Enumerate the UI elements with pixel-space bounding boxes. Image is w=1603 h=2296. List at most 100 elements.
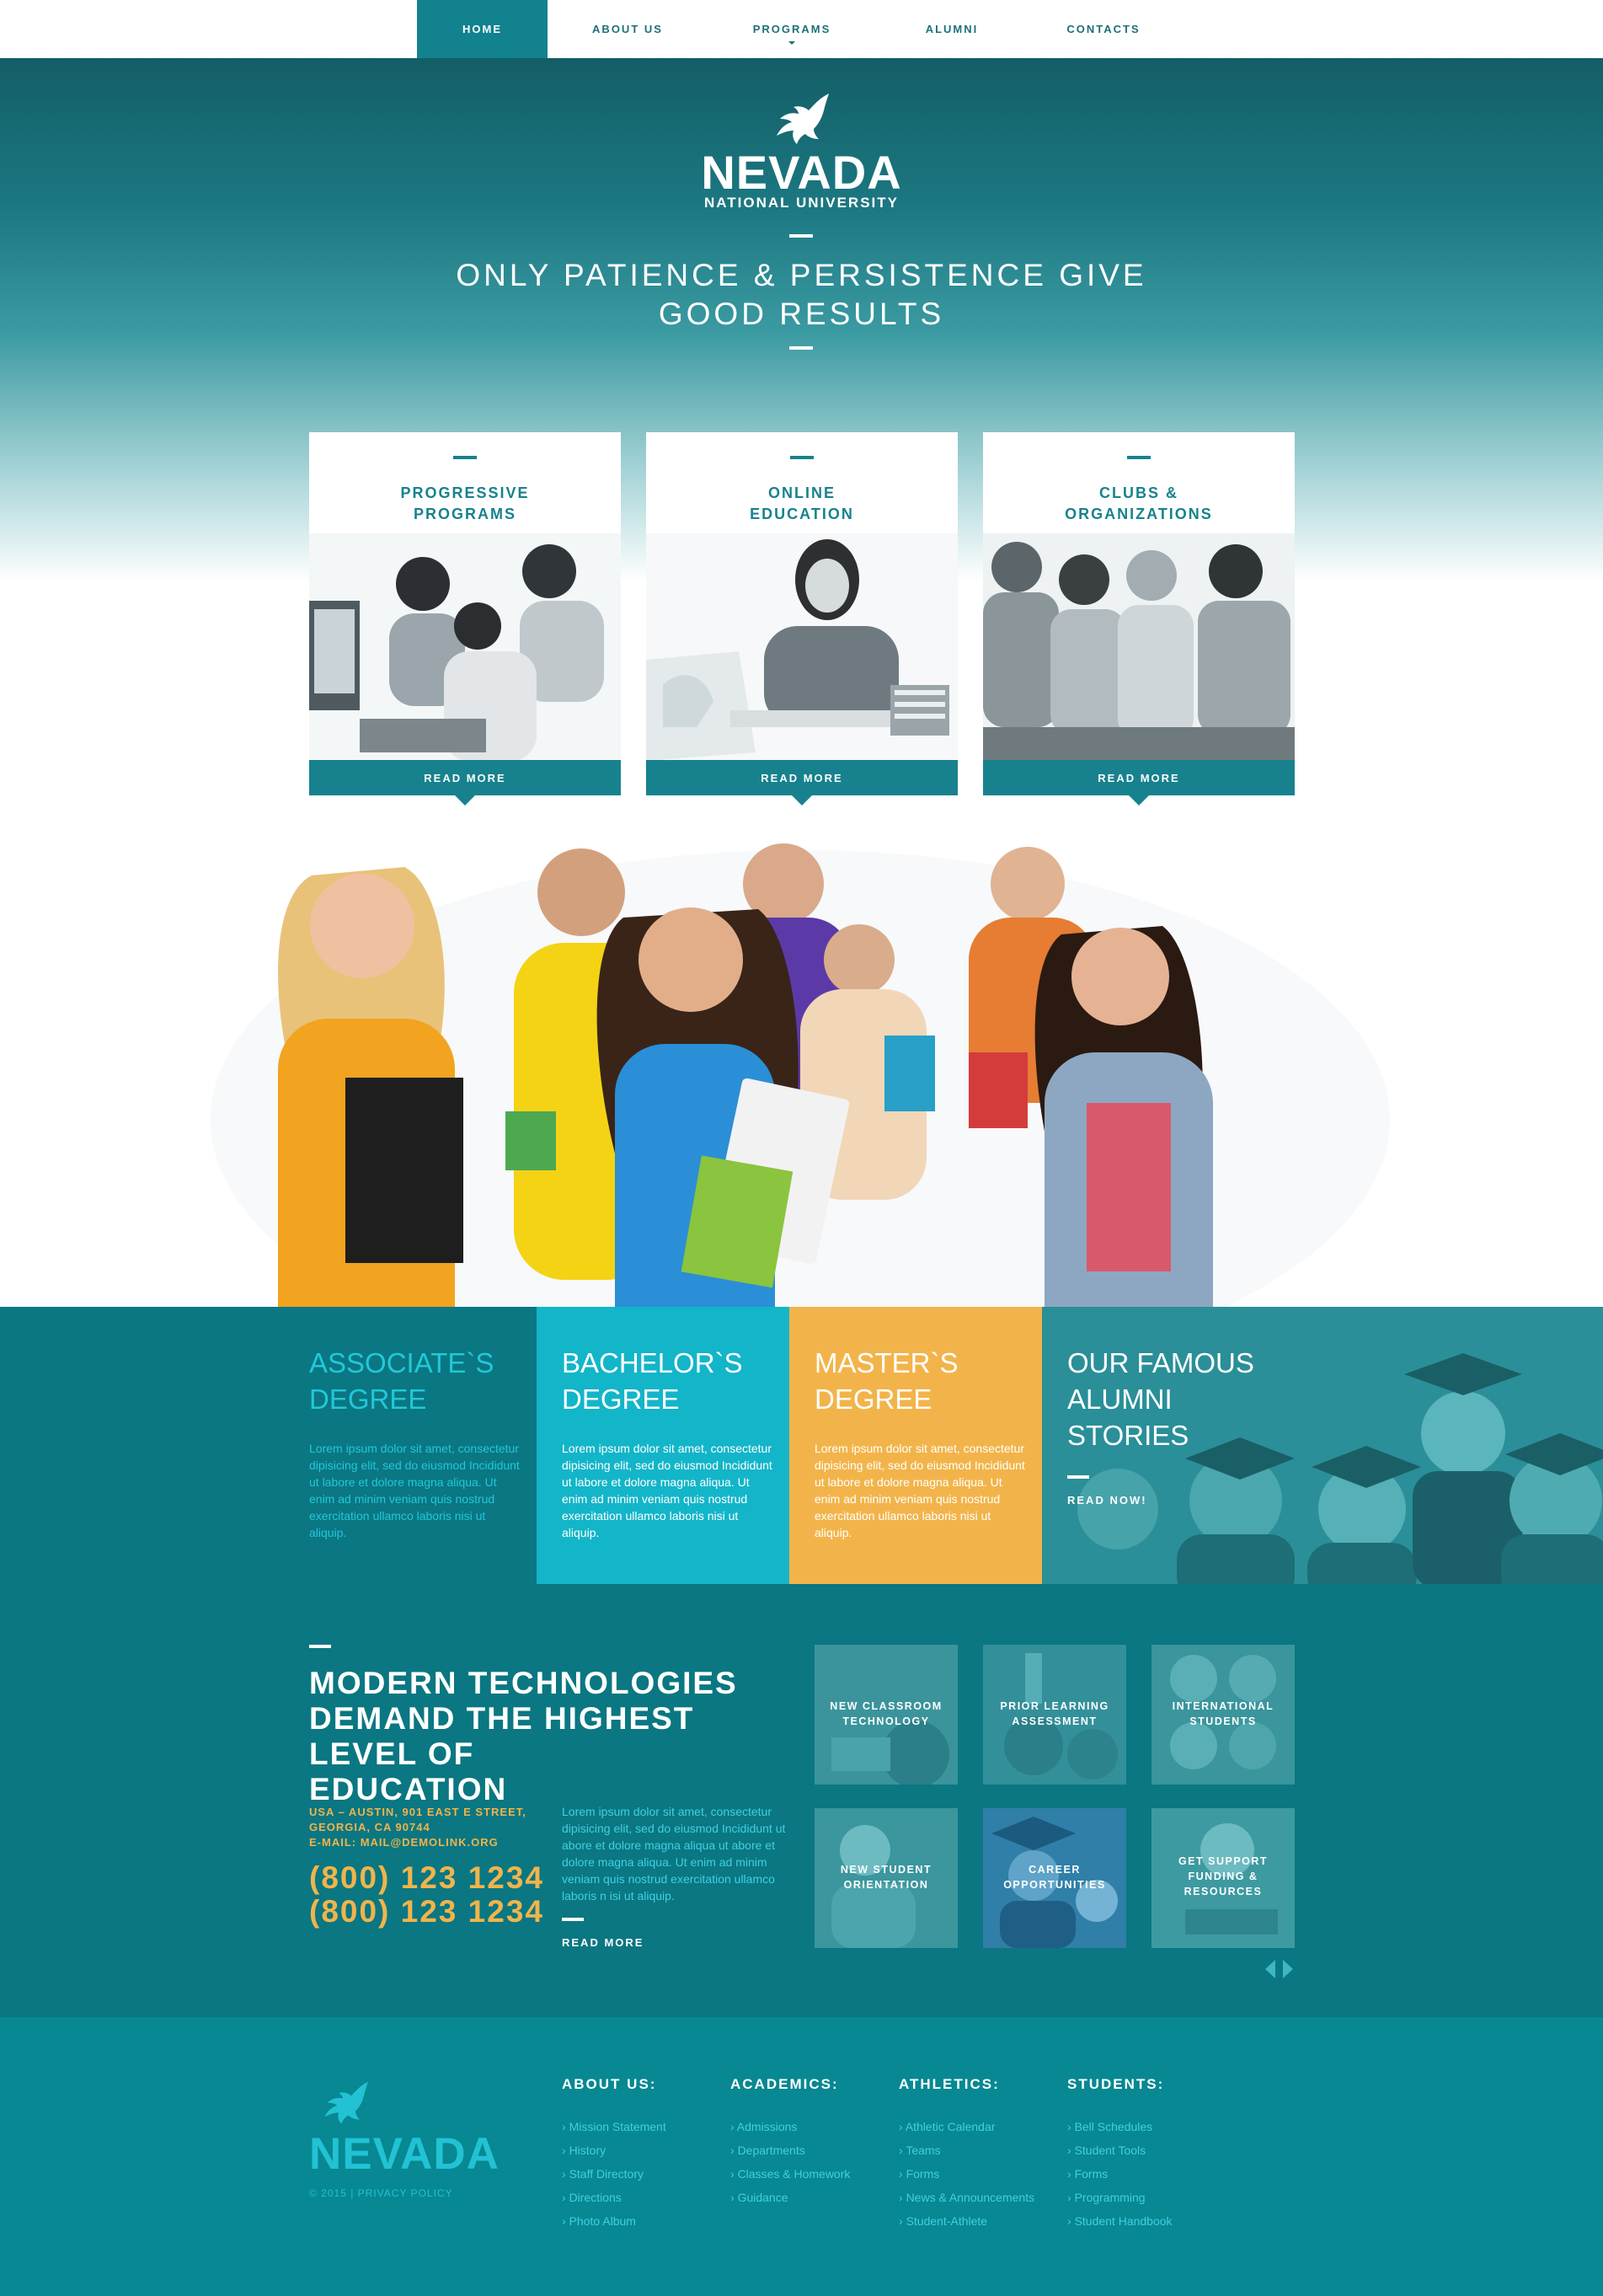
tile-label: INTERNATIONAL STUDENTS xyxy=(1151,1699,1295,1729)
tile-get-support-funding-resources[interactable]: GET SUPPORT FUNDING & RESOURCES xyxy=(1151,1808,1295,1948)
tile-label-line: TECHNOLOGY xyxy=(842,1715,930,1727)
card-divider xyxy=(453,456,477,459)
footer-column-title: ACADEMICS: xyxy=(730,2076,839,2092)
tile-new-student-orientation[interactable]: NEW STUDENT ORIENTATION xyxy=(815,1808,958,1948)
card-title-line: PROGRESSIVE xyxy=(400,484,530,501)
tile-label: NEW CLASSROOM TECHNOLOGY xyxy=(815,1699,958,1729)
tile-label-line: OPPORTUNITIES xyxy=(1003,1879,1106,1891)
footer-link[interactable]: Classes & Homework xyxy=(730,2162,899,2186)
nav-item-home[interactable]: HOME xyxy=(417,0,548,58)
degree-master[interactable]: MASTER`S DEGREE Lorem ipsum dolor sit am… xyxy=(789,1307,1042,1584)
footer-link[interactable]: Student-Athlete xyxy=(899,2209,1067,2233)
card-title-line: ONLINE xyxy=(767,484,836,501)
tile-prior-learning-assessment[interactable]: PRIOR LEARNING ASSESSMENT xyxy=(983,1645,1126,1785)
tile-international-students[interactable]: INTERNATIONAL STUDENTS xyxy=(1151,1645,1295,1785)
section-title: MODERN TECHNOLOGIES DEMAND THE HIGHEST L… xyxy=(309,1666,798,1807)
footer-link[interactable]: Admissions xyxy=(730,2115,899,2138)
footer-link[interactable]: News & Announcements xyxy=(899,2186,1067,2209)
card-photo-student-group xyxy=(983,533,1295,761)
divider xyxy=(562,1918,584,1921)
footer-column-athletics: ATHLETICS: Athletic Calendar Teams Forms… xyxy=(899,2076,1067,2233)
nav-item-about-us[interactable]: ABOUT US xyxy=(548,0,708,58)
footer-link[interactable]: Forms xyxy=(899,2162,1067,2186)
tile-label-line: GET SUPPORT xyxy=(1178,1855,1269,1867)
nav-item-programs[interactable]: PROGRAMS xyxy=(708,0,876,58)
footer: NEVADA © 2015 | PRIVACY POLICY ABOUT US:… xyxy=(0,2017,1603,2296)
footer-link[interactable]: Staff Directory xyxy=(562,2162,730,2186)
footer-link[interactable]: Student Handbook xyxy=(1067,2209,1236,2233)
footer-link[interactable]: Forms xyxy=(1067,2162,1236,2186)
card-divider xyxy=(790,456,814,459)
alumni-title-line: OUR FAMOUS xyxy=(1067,1347,1254,1378)
footer-link[interactable]: Bell Schedules xyxy=(1067,2115,1236,2138)
read-more-button[interactable]: READ MORE xyxy=(309,760,621,805)
footer-link[interactable]: Departments xyxy=(730,2138,899,2162)
card-title-line: ORGANIZATIONS xyxy=(1065,506,1213,522)
degree-title-line: DEGREE xyxy=(562,1383,680,1415)
tile-label-line: STUDENTS xyxy=(1189,1715,1257,1727)
top-navigation: HOME ABOUT US PROGRAMS ALUMNI CONTACTS xyxy=(0,0,1603,58)
footer-eagle-logo-icon[interactable] xyxy=(309,2080,377,2127)
degree-associate[interactable]: ASSOCIATE`S DEGREE Lorem ipsum dolor sit… xyxy=(0,1307,537,1584)
degree-title: MASTER`S DEGREE xyxy=(815,1345,1034,1417)
hero-section: NEVADA NATIONAL UNIVERSITY ONLY PATIENCE… xyxy=(0,58,1603,1365)
footer-link[interactable]: Athletic Calendar xyxy=(899,2115,1067,2138)
nav-item-contacts[interactable]: CONTACTS xyxy=(1028,0,1179,58)
degree-title-line: MASTER`S xyxy=(815,1347,959,1378)
read-more-button[interactable]: READ MORE xyxy=(646,760,958,805)
carousel-prev-arrow-icon[interactable] xyxy=(1265,1960,1275,1978)
section-title-line: DEMAND THE HIGHEST LEVEL OF xyxy=(309,1701,695,1771)
read-more-button[interactable]: READ MORE xyxy=(983,760,1295,805)
degree-title-line: BACHELOR`S xyxy=(562,1347,743,1378)
tile-label: GET SUPPORT FUNDING & RESOURCES xyxy=(1151,1854,1295,1899)
nav-item-alumni[interactable]: ALUMNI xyxy=(876,0,1028,58)
footer-column-academics: ACADEMICS: Admissions Departments Classe… xyxy=(730,2076,899,2209)
phone-number[interactable]: (800) 123 1234 xyxy=(309,1894,544,1929)
degree-title-line: ASSOCIATE`S xyxy=(309,1347,494,1378)
degree-title: ASSOCIATE`S DEGREE xyxy=(309,1345,528,1417)
tile-label-line: INTERNATIONAL xyxy=(1172,1700,1274,1712)
tile-label-line: RESOURCES xyxy=(1184,1886,1263,1897)
footer-link[interactable]: Mission Statement xyxy=(562,2115,730,2138)
footer-column-title: STUDENTS: xyxy=(1067,2076,1165,2092)
footer-link[interactable]: Photo Album xyxy=(562,2209,730,2233)
carousel-next-arrow-icon[interactable] xyxy=(1283,1960,1293,1978)
tile-new-classroom-technology[interactable]: NEW CLASSROOM TECHNOLOGY xyxy=(815,1645,958,1785)
read-more-link[interactable]: READ MORE xyxy=(562,1936,644,1949)
tile-label-line: CAREER xyxy=(1029,1864,1081,1876)
footer-link[interactable]: Student Tools xyxy=(1067,2138,1236,2162)
footer-link[interactable]: Directions xyxy=(562,2186,730,2209)
degree-title-line: DEGREE xyxy=(815,1383,932,1415)
degree-bachelor[interactable]: BACHELOR`S DEGREE Lorem ipsum dolor sit … xyxy=(537,1307,789,1584)
dropdown-caret-icon xyxy=(788,41,795,45)
tagline-line: GOOD RESULTS xyxy=(658,297,945,331)
section-title-line: MODERN TECHNOLOGIES xyxy=(309,1666,738,1700)
tile-label: PRIOR LEARNING ASSESSMENT xyxy=(983,1699,1126,1729)
tile-label-line: ORIENTATION xyxy=(843,1879,929,1891)
card-title-line: PROGRAMS xyxy=(413,506,516,522)
phone-number[interactable]: (800) 123 1234 xyxy=(309,1860,544,1896)
read-now-link[interactable]: READ NOW! xyxy=(1067,1494,1147,1507)
footer-link[interactable]: Programming xyxy=(1067,2186,1236,2209)
degree-description: Lorem ipsum dolor sit amet, consectetur … xyxy=(815,1442,1025,1539)
feature-card-clubs-organizations: CLUBS & ORGANIZATIONS READ MORE xyxy=(983,432,1295,805)
footer-link[interactable]: History xyxy=(562,2138,730,2162)
eagle-logo-icon[interactable] xyxy=(765,92,832,147)
footer-column-title: ABOUT US: xyxy=(562,2076,657,2092)
alumni-stories-panel[interactable]: OUR FAMOUS ALUMNI STORIES READ NOW! xyxy=(1042,1307,1603,1584)
footer-link[interactable]: Teams xyxy=(899,2138,1067,2162)
tile-career-opportunities[interactable]: CAREER OPPORTUNITIES xyxy=(983,1808,1126,1948)
degree-title-line: DEGREE xyxy=(309,1383,427,1415)
section-description: Lorem ipsum dolor sit amet, consectetur … xyxy=(562,1805,786,1903)
modern-technologies-section: MODERN TECHNOLOGIES DEMAND THE HIGHEST L… xyxy=(0,1584,1603,2017)
tile-label-line: ASSESSMENT xyxy=(1012,1715,1098,1727)
email-line[interactable]: E-MAIL: MAIL@DEMOLINK.ORG xyxy=(309,1835,526,1850)
card-title: PROGRESSIVE PROGRAMS xyxy=(309,483,621,525)
brand-subtitle: NATIONAL UNIVERSITY xyxy=(704,195,899,211)
degree-title: BACHELOR`S DEGREE xyxy=(562,1345,781,1417)
footer-column-students: STUDENTS: Bell Schedules Student Tools F… xyxy=(1067,2076,1236,2233)
footer-column-about-us: ABOUT US: Mission Statement History Staf… xyxy=(562,2076,730,2233)
footer-link[interactable]: Guidance xyxy=(730,2186,899,2209)
degree-description: Lorem ipsum dolor sit amet, consectetur … xyxy=(562,1442,772,1539)
tile-label-line: PRIOR LEARNING xyxy=(1000,1700,1109,1712)
